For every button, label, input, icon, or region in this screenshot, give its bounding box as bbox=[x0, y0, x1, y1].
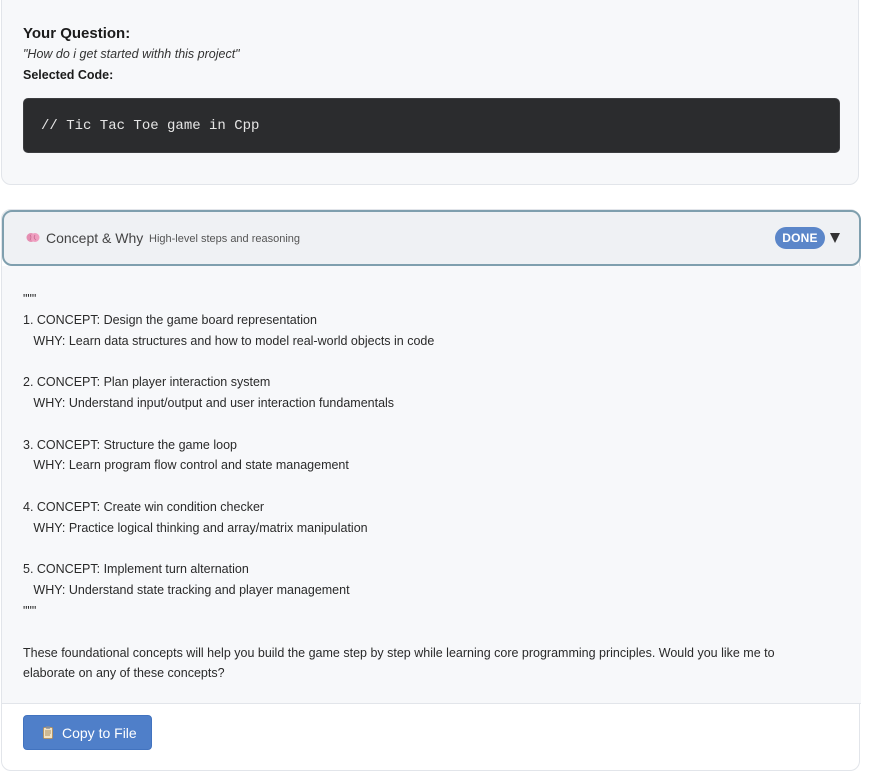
section-title: Concept & Why bbox=[46, 230, 144, 246]
code-text: // Tic Tac Toe game in Cpp bbox=[41, 118, 260, 134]
chevron-down-icon[interactable] bbox=[830, 233, 840, 243]
question-text: "How do i get started withh this project… bbox=[23, 47, 240, 61]
concept-content-text: """ 1. CONCEPT: Design the game board re… bbox=[23, 292, 775, 681]
clipboard-icon bbox=[43, 726, 53, 739]
selected-code-label: Selected Code: bbox=[23, 68, 114, 82]
section-header[interactable]: Concept & Why High-level steps and reaso… bbox=[2, 210, 861, 266]
page: Your Question: "How do i get started wit… bbox=[0, 0, 874, 776]
copy-to-file-button[interactable]: Copy to File bbox=[23, 715, 152, 750]
response-card: Concept & Why High-level steps and reaso… bbox=[1, 209, 861, 771]
question-label: Your Question: bbox=[23, 25, 131, 42]
section-subtitle: High-level steps and reasoning bbox=[149, 233, 301, 245]
status-badge: DONE bbox=[775, 227, 825, 249]
section-content: """ 1. CONCEPT: Design the game board re… bbox=[2, 266, 861, 704]
code-block: // Tic Tac Toe game in Cpp bbox=[23, 98, 840, 153]
copy-button-label: Copy to File bbox=[62, 725, 137, 741]
question-card: Your Question: "How do i get started wit… bbox=[1, 0, 859, 185]
brain-icon bbox=[26, 233, 40, 242]
